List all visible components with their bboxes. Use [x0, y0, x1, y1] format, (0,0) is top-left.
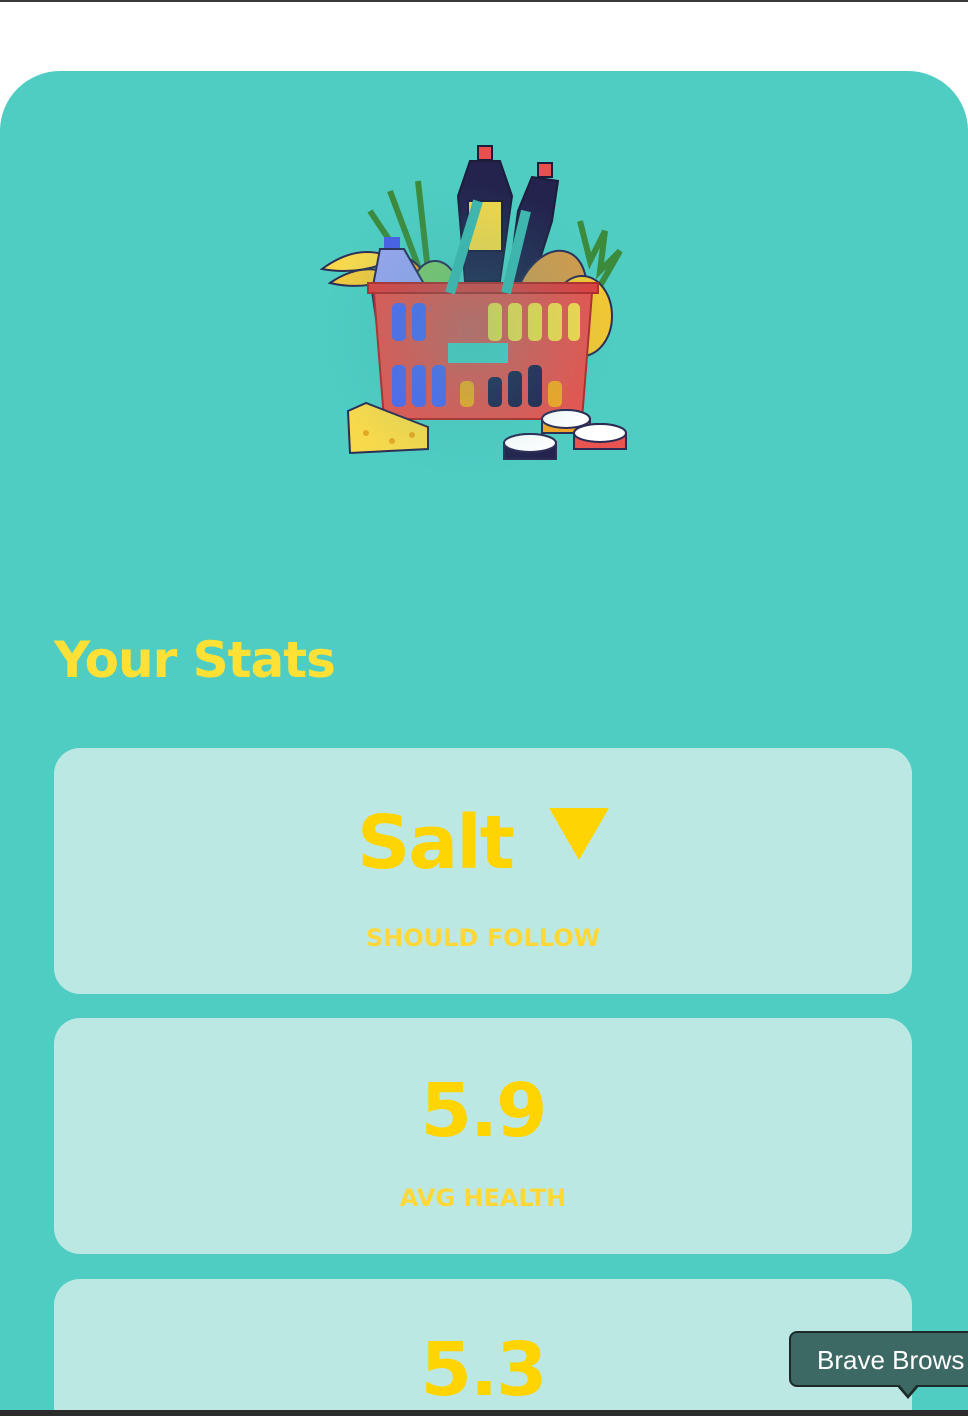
stat-card-third: 5.3	[54, 1279, 912, 1416]
tooltip-text: Brave Brows	[817, 1345, 965, 1375]
stat-card-value: Salt	[54, 800, 912, 886]
stat-card-salt: Salt SHOULD FOLLOW	[54, 748, 912, 994]
stat-value-text: Salt	[357, 800, 515, 886]
stats-heading: Your Stats	[54, 631, 336, 689]
stat-card-label: SHOULD FOLLOW	[365, 924, 601, 952]
illustration-glow	[320, 181, 620, 481]
grocery-basket-illustration	[300, 141, 640, 481]
main-panel: Your Stats Salt SHOULD FOLLOW 5.9 AVG HE…	[0, 71, 968, 1416]
browser-tooltip: Brave Brows	[789, 1331, 968, 1387]
stat-card-value: 5.9	[420, 1068, 547, 1154]
stat-card-avg-health: 5.9 AVG HEALTH	[54, 1018, 912, 1254]
stat-card-value: 5.3	[420, 1327, 547, 1413]
tooltip-arrow-fill	[898, 1383, 918, 1395]
window-top-border	[0, 0, 968, 2]
triangle-down-icon	[548, 808, 609, 860]
stat-card-label: AVG HEALTH	[399, 1184, 567, 1212]
window-bottom-edge	[0, 1410, 968, 1416]
